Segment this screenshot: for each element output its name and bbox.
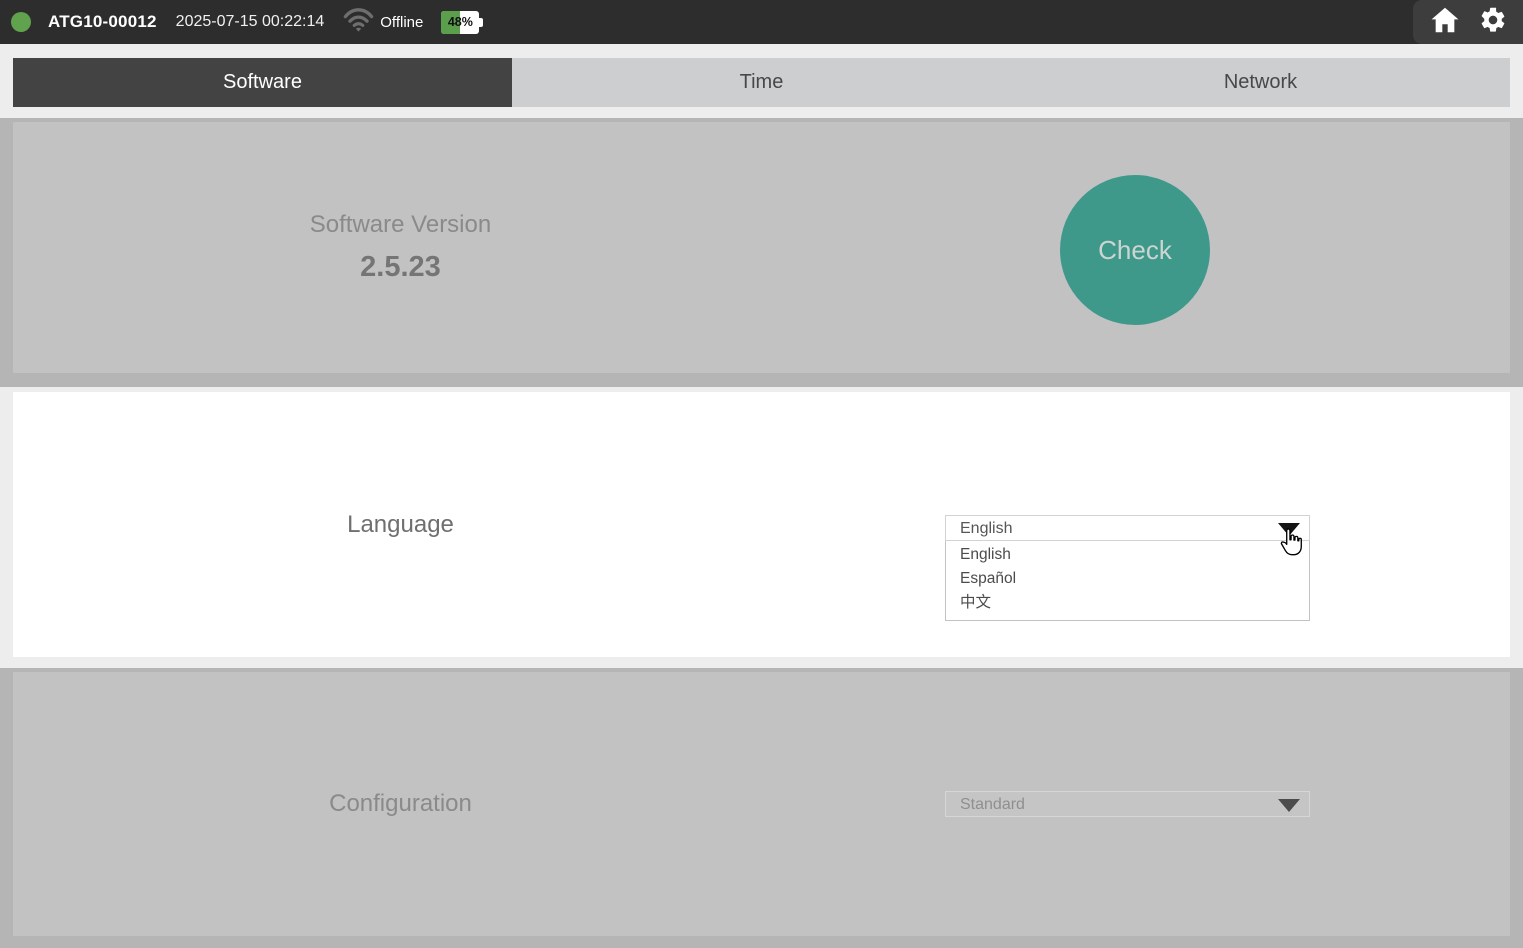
wifi-status: Offline [343, 7, 423, 38]
clock-timestamp: 2025-07-15 00:22:14 [176, 13, 325, 31]
configuration-select[interactable]: Standard [945, 791, 1310, 817]
topbar-action-group [1413, 0, 1523, 44]
settings-button[interactable] [1479, 6, 1507, 39]
gear-icon [1479, 6, 1507, 39]
software-version-value: 2.5.23 [360, 251, 441, 284]
check-button-label: Check [1098, 235, 1172, 266]
wifi-status-label: Offline [380, 14, 423, 31]
language-label: Language [347, 511, 454, 539]
language-select[interactable]: English [945, 515, 1310, 541]
battery-body: 48% [441, 11, 479, 34]
check-button[interactable]: Check [1060, 175, 1210, 325]
language-option-english[interactable]: English [946, 543, 1309, 567]
tab-network-label: Network [1224, 71, 1297, 94]
software-version-section: Software Version 2.5.23 Check [0, 118, 1523, 387]
configuration-panel: Configuration Standard [13, 672, 1510, 936]
home-icon [1431, 7, 1459, 38]
home-button[interactable] [1431, 7, 1459, 38]
tab-software-label: Software [223, 71, 302, 94]
tab-software[interactable]: Software [13, 58, 512, 107]
tab-network[interactable]: Network [1011, 58, 1510, 107]
app-root: ATG10-00012 2025-07-15 00:22:14 Offline … [0, 0, 1523, 948]
software-version-labels: Software Version 2.5.23 [13, 122, 788, 373]
language-label-col: Language [13, 392, 788, 657]
configuration-section: Configuration Standard [0, 668, 1523, 948]
language-option-espanol[interactable]: Español [946, 567, 1309, 591]
battery-percent-label: 48% [441, 11, 479, 34]
tab-time-label: Time [740, 71, 784, 94]
tab-time[interactable]: Time [512, 58, 1011, 107]
tab-bar: Software Time Network [13, 58, 1510, 107]
configuration-selected-value: Standard [960, 792, 1025, 817]
language-options-list: English Español 中文 [945, 541, 1310, 621]
language-selected-value: English [960, 516, 1012, 541]
software-version-title: Software Version [310, 211, 491, 239]
language-section: Language English English Español 中文 [13, 392, 1510, 657]
chevron-down-icon [1278, 523, 1300, 536]
software-version-panel: Software Version 2.5.23 Check [13, 122, 1510, 373]
battery-nub [479, 18, 483, 27]
configuration-label: Configuration [329, 790, 472, 818]
status-dot-icon [11, 12, 31, 32]
top-status-bar: ATG10-00012 2025-07-15 00:22:14 Offline … [0, 0, 1523, 44]
device-id: ATG10-00012 [48, 12, 157, 32]
battery-icon: 48% [441, 11, 483, 34]
language-option-chinese[interactable]: 中文 [946, 591, 1309, 615]
chevron-down-icon [1278, 799, 1300, 812]
configuration-label-col: Configuration [13, 672, 788, 936]
wifi-icon [343, 7, 374, 38]
